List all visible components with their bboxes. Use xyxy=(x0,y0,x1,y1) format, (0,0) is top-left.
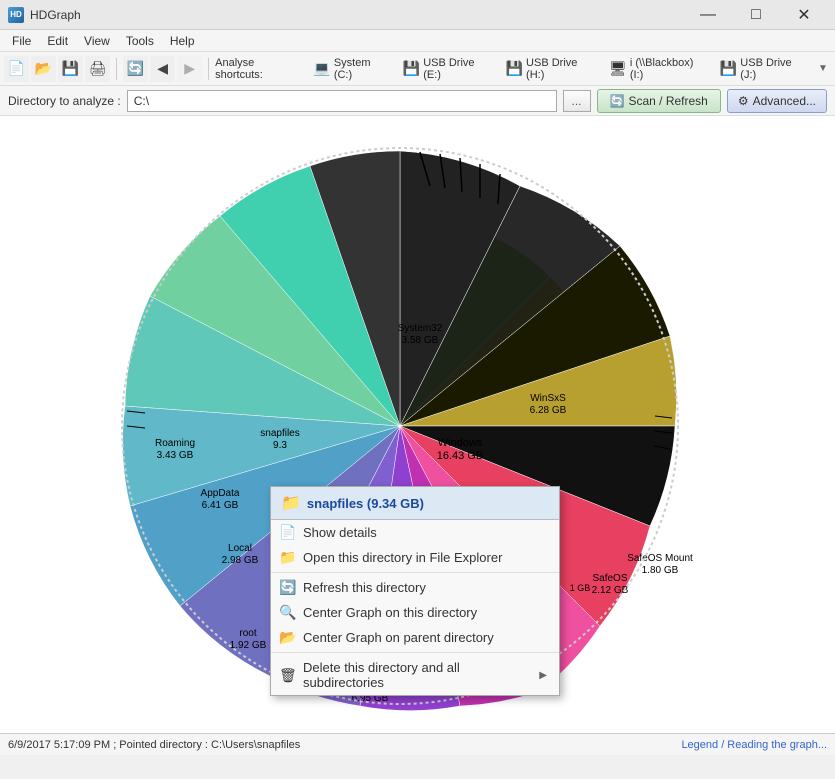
forward-button[interactable]: ▶ xyxy=(177,56,202,82)
svg-text:6.28 GB: 6.28 GB xyxy=(530,405,567,416)
ctx-delete-dir[interactable]: 🗑 Delete this directory and all subdirec… xyxy=(271,655,559,695)
drive-j[interactable]: 💾 USB Drive (J:) xyxy=(714,55,813,83)
status-bar: 6/9/2017 5:17:09 PM ; Pointed directory … xyxy=(0,733,835,755)
details-icon: 📄 xyxy=(279,524,296,541)
svg-text:Windows: Windows xyxy=(438,437,483,449)
context-separator-1 xyxy=(271,572,559,573)
scan-button[interactable]: 🔄 Scan / Refresh xyxy=(597,89,721,113)
svg-text:1 GB: 1 GB xyxy=(570,583,591,593)
new-button[interactable]: 📄 xyxy=(4,56,29,82)
center-parent-icon: 📂 xyxy=(279,629,296,646)
refresh-icon: 🔄 xyxy=(610,94,625,108)
svg-text:16.43 GB: 16.43 GB xyxy=(437,450,483,462)
drive-c[interactable]: 💻 System (C:) xyxy=(307,55,394,83)
address-label: Directory to analyze : xyxy=(8,94,121,108)
svg-text:root: root xyxy=(239,628,256,639)
center-graph-icon: 🔍 xyxy=(279,604,296,621)
ctx-open-explorer[interactable]: 📁 Open this directory in File Explorer xyxy=(271,545,559,570)
drive-j-icon: 💾 xyxy=(720,60,737,77)
close-button[interactable]: ✕ xyxy=(781,0,827,30)
svg-text:1.80 GB: 1.80 GB xyxy=(642,565,679,576)
svg-text:SafeOS Mount: SafeOS Mount xyxy=(627,553,693,564)
save-button[interactable]: 💾 xyxy=(58,56,83,82)
context-menu-header: 📁 snapfiles (9.34 GB) xyxy=(271,487,559,520)
status-text: 6/9/2017 5:17:09 PM ; Pointed directory … xyxy=(8,739,300,751)
shortcuts-label: Analyse shortcuts: xyxy=(215,57,301,81)
svg-text:AppData: AppData xyxy=(201,488,240,499)
main-area: SnapFiles xyxy=(0,116,835,733)
address-bar: Directory to analyze : ... 🔄 Scan / Refr… xyxy=(0,86,835,116)
drive-e-icon: 💾 xyxy=(403,60,420,77)
context-menu: 📁 snapfiles (9.34 GB) 📄 Show details 📁 O… xyxy=(270,486,560,696)
drive-c-icon: 💻 xyxy=(313,60,330,77)
drive-i-icon: 🖥 xyxy=(609,60,627,77)
context-separator-2 xyxy=(271,652,559,653)
window-controls: — □ ✕ xyxy=(685,0,827,30)
drive-h[interactable]: 💾 USB Drive (H:) xyxy=(500,55,601,83)
svg-text:Roaming: Roaming xyxy=(155,438,195,449)
menu-bar: File Edit View Tools Help xyxy=(0,30,835,52)
legend-link[interactable]: Legend / Reading the graph... xyxy=(681,739,827,751)
drive-h-icon: 💾 xyxy=(506,60,523,77)
toolbar-end: ▼ xyxy=(815,56,831,82)
svg-text:System32: System32 xyxy=(398,323,443,334)
advanced-button[interactable]: ⚙ Advanced... xyxy=(727,89,827,113)
submenu-arrow-icon: ▶ xyxy=(539,670,547,681)
menu-file[interactable]: File xyxy=(4,32,39,50)
toolbar: 📄 📂 💾 🖨 🔄 ◀ ▶ Analyse shortcuts: 💻 Syste… xyxy=(0,52,835,86)
svg-text:Local: Local xyxy=(228,543,252,554)
separator-2 xyxy=(208,58,209,80)
svg-text:snapfiles: snapfiles xyxy=(260,428,299,439)
title-left: HD HDGraph xyxy=(8,7,81,23)
minimize-button[interactable]: — xyxy=(685,0,731,30)
delete-icon: 🗑 xyxy=(279,667,297,684)
svg-text:SafeOS: SafeOS xyxy=(592,573,627,584)
refresh-dir-icon: 🔄 xyxy=(279,579,296,596)
ctx-refresh-dir[interactable]: 🔄 Refresh this directory xyxy=(271,575,559,600)
explorer-icon: 📁 xyxy=(279,549,296,566)
open-button[interactable]: 📂 xyxy=(31,56,56,82)
browse-button[interactable]: ... xyxy=(563,90,591,112)
svg-text:9.3: 9.3 xyxy=(273,440,287,451)
ctx-center-graph[interactable]: 🔍 Center Graph on this directory xyxy=(271,600,559,625)
window-title: HDGraph xyxy=(30,8,81,22)
back-button[interactable]: ◀ xyxy=(150,56,175,82)
svg-text:6.41 GB: 6.41 GB xyxy=(202,500,239,511)
toolbar-dropdown[interactable]: ▼ xyxy=(815,56,831,82)
drive-i[interactable]: 🖥 i (\\Blackbox) (I:) xyxy=(603,55,712,83)
address-input[interactable] xyxy=(127,90,557,112)
ctx-center-parent[interactable]: 📂 Center Graph on parent directory xyxy=(271,625,559,650)
separator-1 xyxy=(116,58,117,80)
refresh-button[interactable]: 🔄 xyxy=(123,56,148,82)
menu-edit[interactable]: Edit xyxy=(39,32,76,50)
context-folder-icon: 📁 xyxy=(281,493,301,513)
svg-text:3.58 GB: 3.58 GB xyxy=(402,335,439,346)
print-button[interactable]: 🖨 xyxy=(85,56,110,82)
svg-text:2.98 GB: 2.98 GB xyxy=(222,555,259,566)
menu-view[interactable]: View xyxy=(76,32,118,50)
ctx-show-details[interactable]: 📄 Show details xyxy=(271,520,559,545)
app-icon: HD xyxy=(8,7,24,23)
maximize-button[interactable]: □ xyxy=(733,0,779,30)
svg-text:3.43 GB: 3.43 GB xyxy=(157,450,194,461)
context-menu-title: snapfiles (9.34 GB) xyxy=(307,496,424,511)
advanced-icon: ⚙ xyxy=(738,94,749,108)
title-bar: HD HDGraph — □ ✕ xyxy=(0,0,835,30)
drive-e[interactable]: 💾 USB Drive (E:) xyxy=(397,55,498,83)
menu-help[interactable]: Help xyxy=(162,32,203,50)
menu-tools[interactable]: Tools xyxy=(118,32,162,50)
svg-text:WinSxS: WinSxS xyxy=(530,393,566,404)
